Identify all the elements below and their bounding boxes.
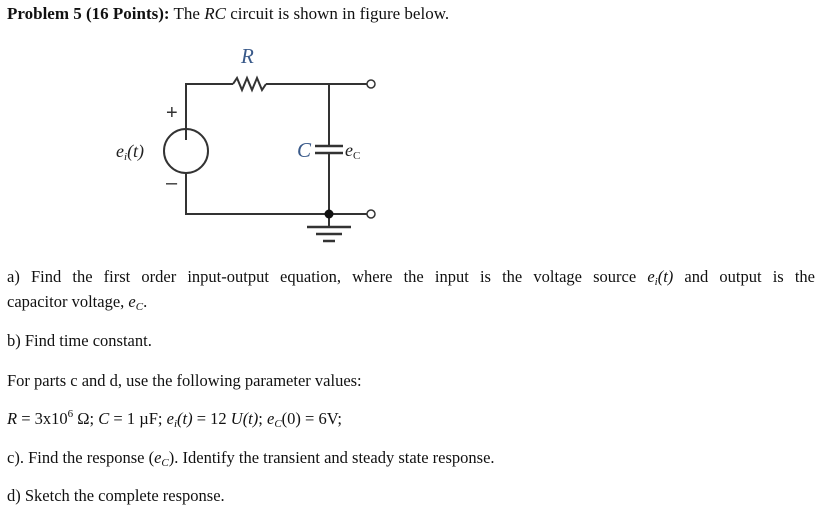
resistor-symbol: [232, 75, 267, 93]
wire-left-top: [185, 83, 233, 140]
part-b: b) Find time constant.: [7, 331, 152, 350]
part-c: c). Find the response (eC). Identify the…: [7, 448, 495, 469]
capacitor-label: C: [297, 138, 312, 162]
ec-sub: C: [353, 150, 361, 162]
part-d: d) Sketch the complete response.: [7, 486, 225, 505]
ec-base: e: [345, 140, 353, 160]
capacitor-voltage-label: eC: [345, 140, 361, 162]
output-terminal-bottom: [366, 209, 376, 219]
part-a-line2-pre: capacitor voltage,: [7, 292, 129, 311]
part-a-line2-post: .: [143, 292, 148, 311]
param-c-var: C: [98, 409, 110, 428]
part-a-line1: a) Find the first order input-output equ…: [7, 267, 816, 288]
part-a-text-post: and output is the: [673, 267, 816, 286]
ei-var: e: [647, 267, 655, 286]
wire-left-bottom: [185, 173, 367, 215]
param-ec-eq: (0) = 6V;: [281, 409, 342, 428]
param-r-eq: = 3x10: [17, 409, 68, 428]
param-c-eq: = 1 µF;: [109, 409, 167, 428]
ei-var-arg: (t): [657, 267, 674, 286]
minus-sign: –: [166, 172, 178, 194]
part-c-post: ). Identify the transient and steady sta…: [168, 448, 495, 467]
plus-sign: +: [166, 102, 178, 124]
param-ei-eq: = 12: [192, 409, 231, 428]
param-u-var: U: [230, 409, 243, 428]
ei-base: e: [116, 141, 124, 161]
ec-var-sub: C: [135, 301, 144, 313]
param-r-unit: Ω;: [73, 409, 99, 428]
ei-arg: (t): [127, 141, 145, 161]
param-sep: ;: [258, 409, 267, 428]
junction-node: [324, 209, 334, 219]
rc-circuit-diagram: [163, 75, 376, 243]
part-c-pre: c). Find the response (: [7, 448, 155, 467]
part-a-text-pre: a) Find the first order input-output equ…: [7, 267, 648, 286]
output-terminal-top: [366, 79, 376, 89]
params-intro: For parts c and d, use the following par…: [7, 371, 362, 390]
param-ei-base: e: [166, 409, 174, 428]
param-ec-sub: C: [274, 418, 282, 430]
ec-var: e: [128, 292, 136, 311]
parameter-values: R = 3x106 Ω; C = 1 µF; ei(t) = 12 U(t); …: [7, 409, 342, 430]
part-c-var-sub: C: [161, 457, 169, 469]
param-r-var: R: [7, 409, 18, 428]
source-label: ei(t): [116, 141, 145, 163]
resistor-label: R: [241, 44, 254, 68]
param-u-arg: (t): [242, 409, 259, 428]
part-a-line2: capacitor voltage, eC.: [7, 292, 148, 313]
param-ei-arg: (t): [177, 409, 193, 428]
